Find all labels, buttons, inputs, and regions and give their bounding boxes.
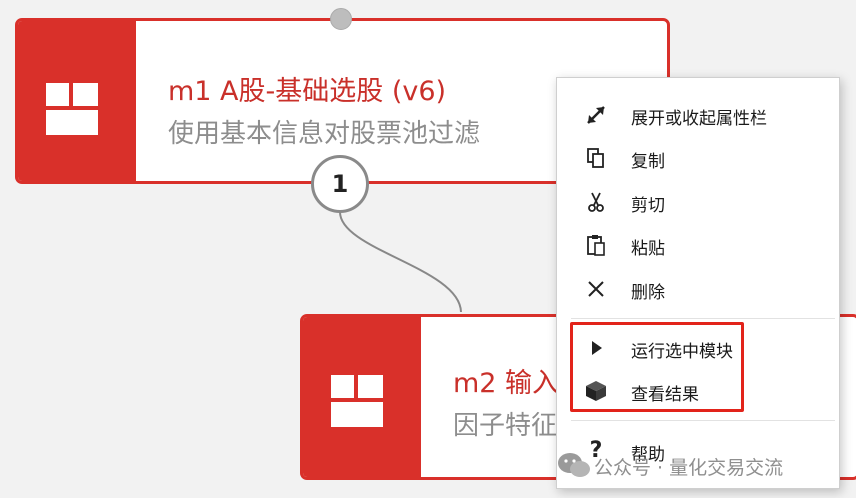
menu-item-cut[interactable]: 剪切 xyxy=(557,184,837,220)
context-menu: 展开或收起属性栏 复制 剪切 粘贴 删除 运行选中模块 查看结果 ? 帮助 xyxy=(556,77,840,489)
menu-item-label: 删除 xyxy=(631,283,665,303)
scissors-icon xyxy=(583,190,609,214)
copy-icon xyxy=(583,146,609,170)
menu-item-copy[interactable]: 复制 xyxy=(557,140,837,176)
input-port[interactable] xyxy=(330,8,352,30)
menu-item-paste[interactable]: 粘贴 xyxy=(557,227,837,263)
watermark-text: 公众号 · 量化交易交流 xyxy=(594,457,784,479)
delete-x-icon xyxy=(583,277,609,301)
module-icon-panel xyxy=(303,317,421,477)
highlight-annotation xyxy=(570,322,744,412)
menu-item-label: 剪切 xyxy=(631,196,665,216)
menu-item-label: 展开或收起属性栏 xyxy=(631,109,767,129)
menu-item-label: 复制 xyxy=(631,152,665,172)
module-grid-icon xyxy=(46,83,98,135)
menu-item-label: 粘贴 xyxy=(631,239,665,259)
menu-separator xyxy=(571,420,835,421)
module-description: 使用基本信息对股票池过滤 xyxy=(168,119,481,149)
wechat-logo-icon xyxy=(558,453,590,477)
menu-item-expand-collapse[interactable]: 展开或收起属性栏 xyxy=(557,97,837,133)
module-grid-icon xyxy=(331,375,383,427)
workflow-canvas[interactable]: m1 A股-基础选股 (v6) 使用基本信息对股票池过滤 m2 输入特征列表 (… xyxy=(0,0,856,498)
expand-collapse-icon xyxy=(583,103,609,127)
menu-separator xyxy=(571,318,835,319)
module-icon-panel xyxy=(18,21,136,181)
module-title: m1 A股-基础选股 (v6) xyxy=(168,76,447,107)
paste-icon xyxy=(583,233,609,257)
menu-item-delete[interactable]: 删除 xyxy=(557,271,837,307)
output-port[interactable]: 1 xyxy=(311,155,369,213)
